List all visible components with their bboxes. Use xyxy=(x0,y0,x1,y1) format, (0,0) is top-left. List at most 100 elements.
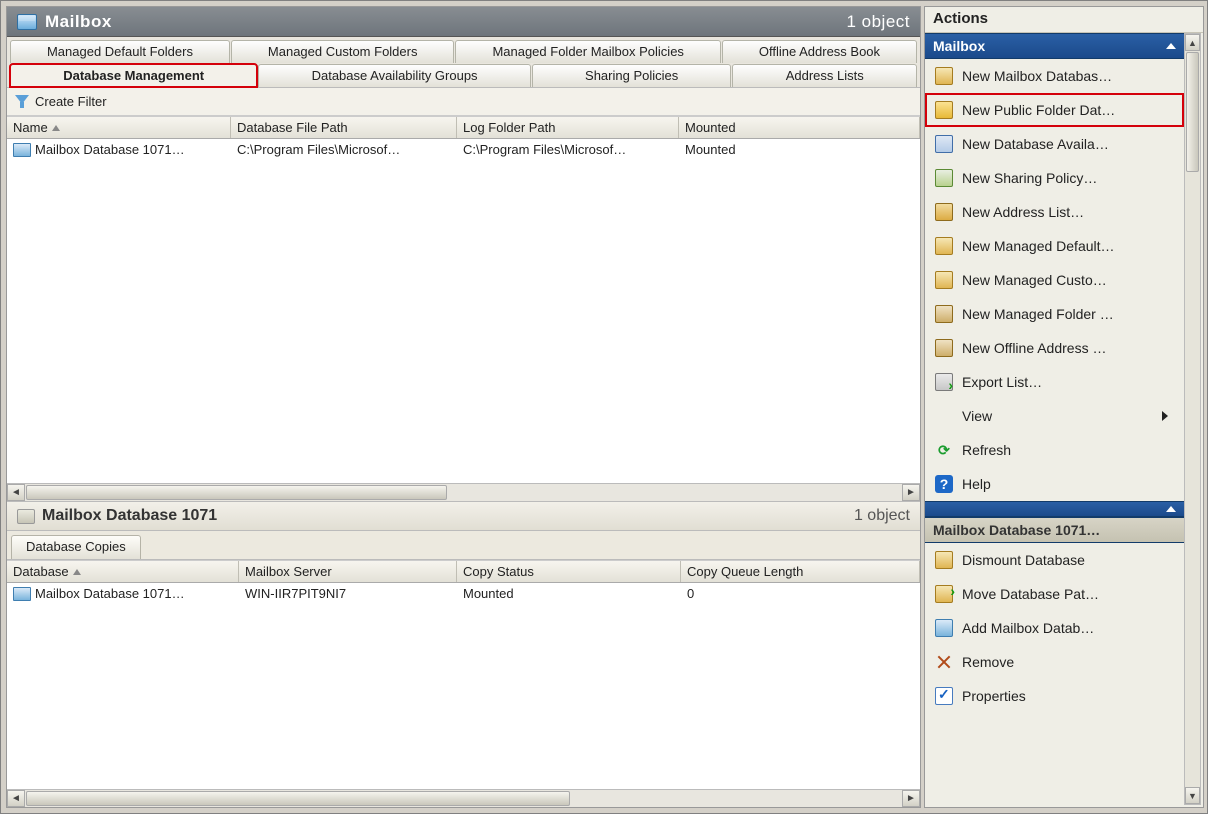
top-grid-header: Name Database File Path Log Folder Path … xyxy=(7,116,920,139)
section-collapse[interactable] xyxy=(925,501,1184,517)
col-mounted[interactable]: Mounted xyxy=(679,117,920,138)
cell-mailbox-server: WIN-IIR7PIT9NI7 xyxy=(239,586,457,601)
action-export-list[interactable]: Export List… xyxy=(925,365,1184,399)
database-icon xyxy=(13,587,31,601)
folder-icon xyxy=(935,101,953,119)
action-new-managed-custom[interactable]: New Managed Custo… xyxy=(925,263,1184,297)
bottom-grid-header: Database Mailbox Server Copy Status Copy… xyxy=(7,560,920,583)
col-copy-queue-length[interactable]: Copy Queue Length xyxy=(681,561,920,582)
table-row[interactable]: Mailbox Database 1071… WIN-IIR7PIT9NI7 M… xyxy=(7,583,920,604)
scroll-thumb[interactable] xyxy=(26,791,570,806)
action-new-mailbox-database[interactable]: New Mailbox Databas… xyxy=(925,59,1184,93)
actions-vscrollbar[interactable]: ▲ ▼ xyxy=(1184,33,1201,805)
sub-title-text: Mailbox Database 1071 xyxy=(42,507,217,525)
tab-managed-folder-mailbox-policies[interactable]: Managed Folder Mailbox Policies xyxy=(455,40,720,63)
action-move-database-path[interactable]: Move Database Pat… xyxy=(925,577,1184,611)
title-bar: Mailbox 1 object xyxy=(7,7,920,37)
scroll-thumb[interactable] xyxy=(26,485,447,500)
database-icon xyxy=(13,143,31,157)
scroll-right-icon[interactable]: ► xyxy=(902,790,920,807)
action-refresh[interactable]: ⟳ Refresh xyxy=(925,433,1184,467)
col-database[interactable]: Database xyxy=(7,561,239,582)
availability-icon xyxy=(935,135,953,153)
sort-asc-icon xyxy=(52,125,60,131)
tab-offline-address-book[interactable]: Offline Address Book xyxy=(722,40,917,63)
chevron-up-icon xyxy=(1166,43,1176,49)
scroll-left-icon[interactable]: ◄ xyxy=(7,484,25,501)
address-list-icon xyxy=(935,203,953,221)
cell-name: Mailbox Database 1071… xyxy=(35,142,185,157)
col-mailbox-server[interactable]: Mailbox Server xyxy=(239,561,457,582)
bottom-grid-body: Mailbox Database 1071… WIN-IIR7PIT9NI7 M… xyxy=(7,583,920,789)
create-filter-link[interactable]: Create Filter xyxy=(35,94,107,109)
action-add-mailbox-database[interactable]: Add Mailbox Datab… xyxy=(925,611,1184,645)
cell-mounted: Mounted xyxy=(679,142,920,157)
action-help[interactable]: ? Help xyxy=(925,467,1184,501)
address-book-icon xyxy=(935,339,953,357)
action-new-address-list[interactable]: New Address List… xyxy=(925,195,1184,229)
action-new-managed-folder[interactable]: New Managed Folder … xyxy=(925,297,1184,331)
sort-asc-icon xyxy=(73,569,81,575)
tab-managed-custom-folders[interactable]: Managed Custom Folders xyxy=(231,40,455,63)
action-new-managed-default[interactable]: New Managed Default… xyxy=(925,229,1184,263)
action-properties[interactable]: Properties xyxy=(925,679,1184,713)
chevron-up-icon xyxy=(1166,506,1176,512)
section-mailbox[interactable]: Mailbox xyxy=(925,33,1184,59)
col-log-folder-path[interactable]: Log Folder Path xyxy=(457,117,679,138)
action-remove[interactable]: Remove xyxy=(925,645,1184,679)
sub-object-count: 1 object xyxy=(854,507,910,525)
tab-address-lists[interactable]: Address Lists xyxy=(732,64,917,87)
action-new-database-availability[interactable]: New Database Availa… xyxy=(925,127,1184,161)
filter-bar: Create Filter xyxy=(7,88,920,116)
actions-pane: Actions Mailbox New Mailbox Databas… New… xyxy=(924,6,1204,808)
scroll-up-icon[interactable]: ▲ xyxy=(1185,34,1200,51)
tab-database-management[interactable]: Database Management xyxy=(10,64,257,87)
tab-database-availability-groups[interactable]: Database Availability Groups xyxy=(258,64,530,87)
sub-tab-strip: Database Copies xyxy=(7,531,920,560)
action-new-offline-address[interactable]: New Offline Address … xyxy=(925,331,1184,365)
table-row[interactable]: Mailbox Database 1071… C:\Program Files\… xyxy=(7,139,920,160)
properties-icon xyxy=(935,687,953,705)
mailbox-icon xyxy=(17,14,37,30)
database-icon xyxy=(17,509,35,524)
col-copy-status[interactable]: Copy Status xyxy=(457,561,681,582)
cell-copy-queue: 0 xyxy=(681,586,920,601)
managed-folder-icon xyxy=(935,305,953,323)
action-dismount-database[interactable]: Dismount Database xyxy=(925,543,1184,577)
section-selected-database[interactable]: Mailbox Database 1071… xyxy=(925,517,1184,543)
blank-icon xyxy=(935,407,953,425)
export-icon xyxy=(935,373,953,391)
managed-folder-icon xyxy=(935,271,953,289)
scroll-thumb[interactable] xyxy=(1186,52,1199,172)
action-new-sharing-policy[interactable]: New Sharing Policy… xyxy=(925,161,1184,195)
tab-managed-default-folders[interactable]: Managed Default Folders xyxy=(10,40,230,63)
chevron-right-icon xyxy=(1162,411,1168,421)
database-icon xyxy=(935,67,953,85)
col-name[interactable]: Name xyxy=(7,117,231,138)
refresh-icon: ⟳ xyxy=(935,441,953,459)
top-hscrollbar[interactable]: ◄ ► xyxy=(7,483,920,501)
page-title: Mailbox xyxy=(45,12,112,32)
cell-database: Mailbox Database 1071… xyxy=(35,586,185,601)
help-icon: ? xyxy=(935,475,953,493)
action-view[interactable]: View xyxy=(925,399,1184,433)
cell-log-folder-path: C:\Program Files\Microsof… xyxy=(457,142,679,157)
cell-copy-status: Mounted xyxy=(457,586,681,601)
dismount-icon xyxy=(935,551,953,569)
top-grid-body: Mailbox Database 1071… C:\Program Files\… xyxy=(7,139,920,483)
sub-panel-title: Mailbox Database 1071 1 object xyxy=(7,501,920,531)
object-count: 1 object xyxy=(846,12,910,32)
bottom-hscrollbar[interactable]: ◄ ► xyxy=(7,789,920,807)
cell-db-file-path: C:\Program Files\Microsof… xyxy=(231,142,457,157)
managed-folder-icon xyxy=(935,237,953,255)
tab-sharing-policies[interactable]: Sharing Policies xyxy=(532,64,732,87)
main-panel: Mailbox 1 object Managed Default Folders… xyxy=(6,6,921,808)
filter-icon xyxy=(15,95,29,109)
tab-database-copies[interactable]: Database Copies xyxy=(11,535,141,559)
action-new-public-folder-database[interactable]: New Public Folder Dat… xyxy=(925,93,1184,127)
col-db-file-path[interactable]: Database File Path xyxy=(231,117,457,138)
scroll-right-icon[interactable]: ► xyxy=(902,484,920,501)
scroll-left-icon[interactable]: ◄ xyxy=(7,790,25,807)
move-icon xyxy=(935,585,953,603)
scroll-down-icon[interactable]: ▼ xyxy=(1185,787,1200,804)
